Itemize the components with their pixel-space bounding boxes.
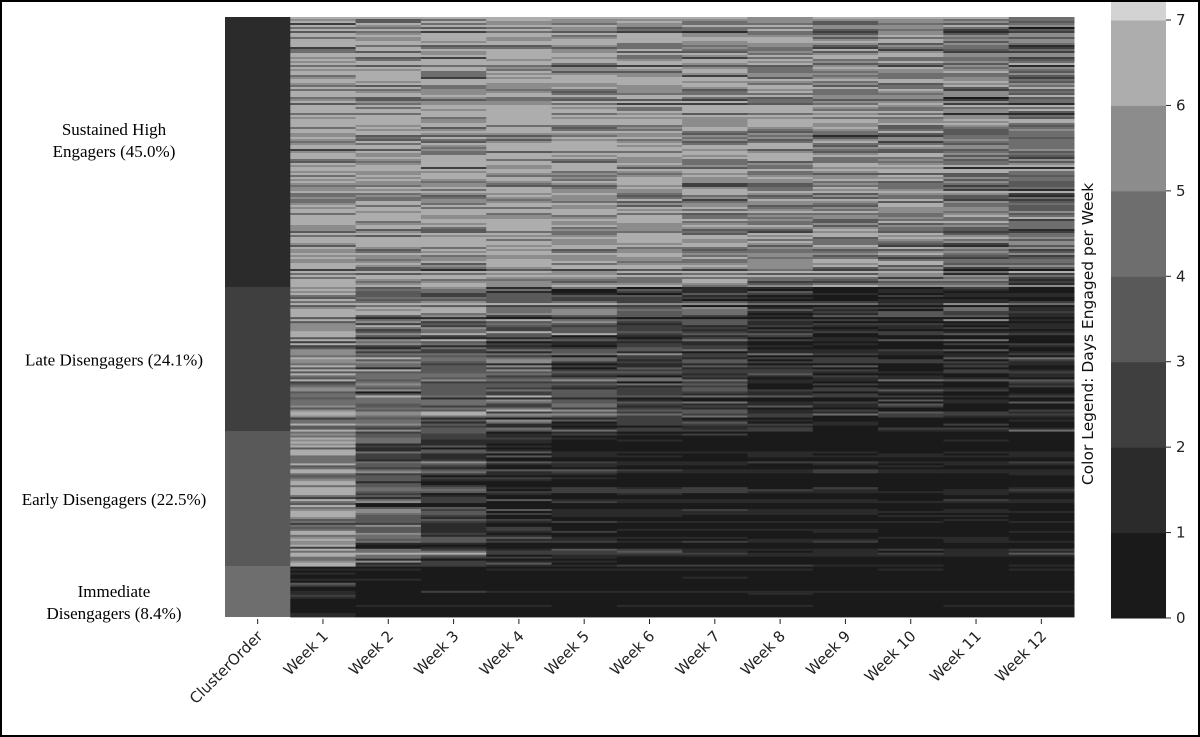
heatmap-cell: [878, 614, 944, 618]
heatmap-cell: [747, 614, 814, 618]
x-tick-label: Week 9: [802, 627, 854, 679]
heatmap-cell: [682, 614, 748, 618]
heatmap-cell: [616, 614, 683, 618]
x-tick-label: Week 2: [345, 627, 397, 679]
heatmap-cell: [290, 614, 357, 618]
cluster-label: Immediate Disengagers (8.4%): [46, 582, 181, 623]
x-tick-label: Week 4: [476, 627, 528, 679]
x-tick-label: ClusterOrder: [186, 627, 267, 708]
colorbar-tick-label: 0: [1176, 609, 1186, 627]
colorbar-tick-label: 1: [1176, 524, 1186, 542]
heatmap-cell: [943, 614, 1010, 618]
cluster-label: Early Disengagers (22.5%): [22, 490, 207, 509]
cluster-order-cell: [225, 287, 291, 432]
colorbar-band: [1111, 20, 1166, 106]
x-tick-label: Week 8: [737, 627, 789, 679]
heatmap-cells: [225, 17, 1075, 618]
heatmap-cell: [486, 614, 553, 618]
cluster-label-line: Immediate: [78, 582, 151, 601]
x-tick-label: Week 6: [606, 627, 658, 679]
colorbar-tick-label: 3: [1176, 353, 1186, 371]
colorbar-band: [1111, 105, 1166, 192]
cluster-label-line: Sustained High: [62, 120, 167, 139]
cluster-labels: Sustained High Engagers (45.0%) Late Disen…: [22, 120, 207, 623]
colorbar-band: [1111, 361, 1166, 448]
x-tick-label: Week 7: [672, 627, 724, 679]
cluster-label-line: Early Disengagers (22.5%): [22, 490, 207, 509]
colorbar: 0 1 2 3 4 5 6 7: [1111, 2, 1186, 627]
x-tick-label: Week 5: [541, 627, 593, 679]
colorbar-band: [1111, 532, 1166, 619]
x-tick-label: Week 1: [280, 627, 332, 679]
cluster-block: [225, 566, 1075, 618]
cluster-block: [225, 287, 1075, 432]
colorbar-band: [1111, 447, 1166, 534]
cluster-label: Sustained High Engagers (45.0%): [53, 120, 176, 161]
cluster-block: [225, 17, 1075, 288]
x-tick-label: Week 11: [926, 627, 985, 686]
cluster-order-cell: [225, 566, 291, 617]
figure-frame: Sustained High Engagers (45.0%) Late Disen…: [0, 0, 1200, 737]
cluster-order-cell: [225, 17, 291, 287]
colorbar-tick-label: 6: [1176, 96, 1186, 114]
heatmap-cell: [812, 614, 879, 618]
heatmap-chart: Sustained High Engagers (45.0%) Late Disen…: [22, 2, 1186, 708]
x-axis-ticks: ClusterOrder Week 1 Week 2 Week 3 Week 4 Week…: [186, 619, 1050, 708]
heatmap-cell: [420, 614, 487, 618]
colorbar-tick-label: 7: [1176, 11, 1186, 29]
cluster-order-cell: [225, 431, 291, 567]
colorbar-tick-label: 5: [1176, 182, 1186, 200]
cluster-label: Late Disengagers (24.1%): [25, 350, 203, 369]
colorbar-tick-label: 2: [1176, 438, 1186, 456]
colorbar-band: [1111, 276, 1166, 363]
colorbar-band: [1111, 190, 1166, 277]
cluster-label-line: Late Disengagers (24.1%): [25, 350, 203, 369]
colorbar-tick-label: 4: [1176, 267, 1186, 285]
heatmap-cell: [355, 614, 422, 618]
heatmap-cell: [1008, 614, 1075, 618]
x-tick-label: Week 3: [410, 627, 462, 679]
colorbar-title: Color Legend: Days Engaged per Week: [1079, 183, 1097, 485]
heatmap-cell: [551, 614, 618, 618]
cluster-label-line: Engagers (45.0%): [53, 142, 176, 161]
cluster-label-line: Disengagers (8.4%): [46, 604, 181, 623]
x-tick-label: Week 10: [861, 627, 920, 686]
cluster-block: [225, 431, 1075, 567]
colorbar-band: [1111, 2, 1166, 21]
x-tick-label: Week 12: [992, 627, 1051, 686]
